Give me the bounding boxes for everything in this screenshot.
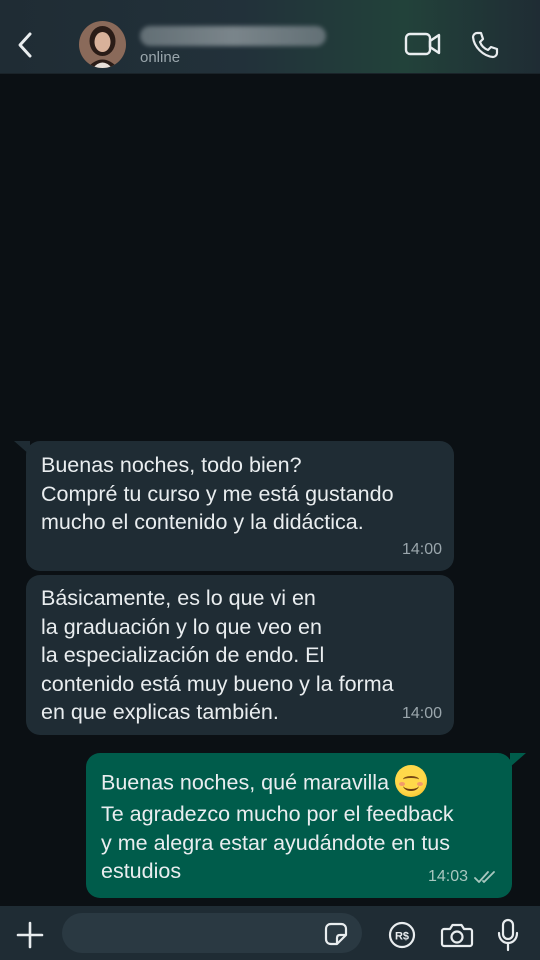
incoming-message[interactable]: Básicamente, es lo que vi en la graduaci… [26,575,454,735]
composer-bar: R$ [0,906,540,960]
phone-icon [471,31,499,59]
voice-call-button[interactable] [470,30,500,60]
message-time: 14:00 [401,540,442,558]
svg-text:R$: R$ [395,931,409,943]
message-text: Básicamente, es lo que vi en la graduaci… [41,586,394,724]
message-time: 14:03 [427,867,468,885]
message-input[interactable] [62,913,362,953]
avatar-image [79,21,126,68]
message-text: Buenas noches, todo bien? Compré tu curs… [41,453,394,534]
message-meta: 14:03 [428,863,500,892]
camera-icon [440,923,474,948]
payment-button[interactable]: R$ [388,921,416,949]
back-button[interactable] [10,25,40,65]
chat-area[interactable]: Buenas noches, todo bien? Compré tu curs… [0,75,540,905]
sticker-icon [324,922,348,946]
message-meta: 14:00 [402,700,442,729]
message-meta: 14:00 [402,536,442,565]
camera-button[interactable] [440,921,474,949]
message-time: 14:00 [401,704,442,722]
microphone-icon [497,918,519,952]
bubble-tail [510,753,526,767]
message-text: Buenas noches, qué maravilla [101,770,390,795]
message-first-line: Buenas noches, qué maravilla [101,765,498,800]
payment-icon: R$ [388,921,416,949]
contact-name-redacted[interactable] [140,26,326,46]
video-call-button[interactable] [404,30,442,58]
plus-icon [16,921,44,949]
incoming-message[interactable]: Buenas noches, todo bien? Compré tu curs… [26,441,454,571]
contact-status: online [140,49,181,66]
double-check-read-icon [474,870,495,883]
video-call-icon [404,32,441,56]
smiling-face-emoji-icon [395,765,428,797]
voice-message-button[interactable] [496,918,520,952]
chat-header: online [0,0,540,74]
attach-button[interactable] [14,919,46,951]
sticker-button[interactable] [322,920,350,948]
back-arrow-icon [18,32,32,58]
contact-avatar[interactable] [79,21,126,68]
outgoing-message[interactable]: Buenas noches, qué maravilla Te agradezc… [86,753,512,898]
